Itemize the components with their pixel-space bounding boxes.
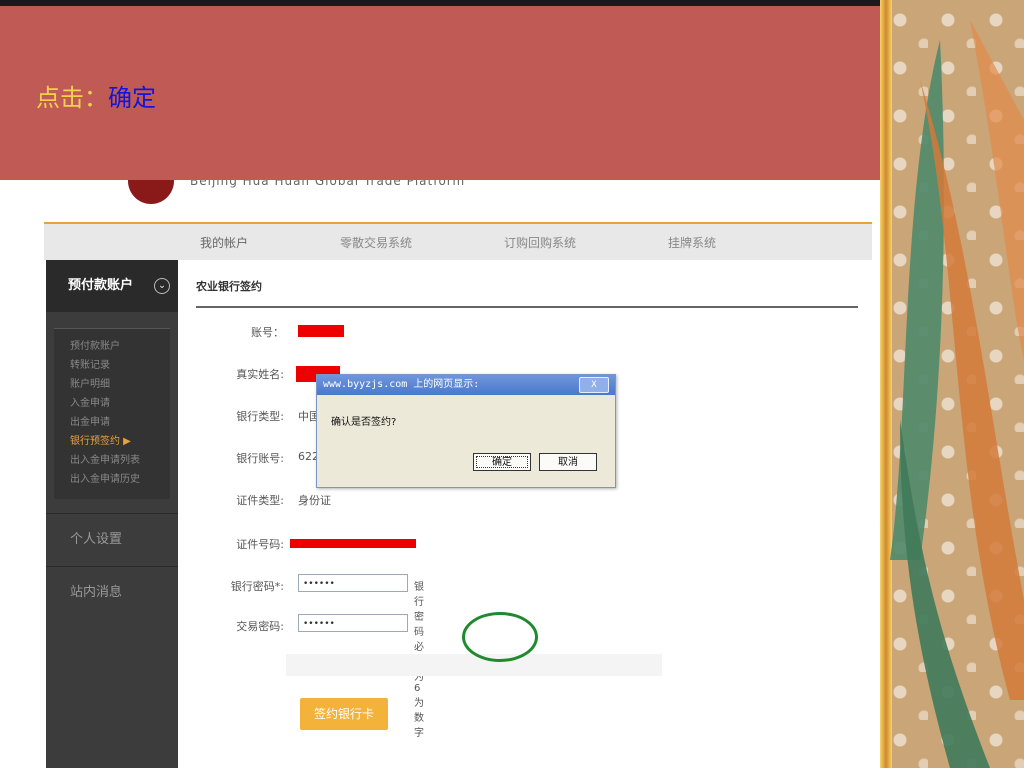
bank-password-label: 银行密码*: — [230, 580, 284, 593]
sidebar-section-personal-settings[interactable]: 个人设置 — [46, 513, 178, 566]
close-icon[interactable]: X — [579, 377, 609, 393]
sidebar-item-deposit-request[interactable]: 入金申请 — [70, 394, 170, 413]
sidebar-header[interactable]: 预付款账户 ⌄ — [46, 260, 178, 312]
slide-caption: 点击：确定 — [36, 78, 156, 113]
decorative-border — [880, 0, 1024, 768]
trade-password-label: 交易密码: — [236, 620, 284, 633]
main-content: 农业银行签约 账号： 真实姓名: 银行类型: 中国 银行账号: 622 证件类型… — [178, 260, 878, 768]
dialog-title: www.byyzjs.com 上的网页显示: — [323, 379, 480, 390]
site-header: Beijing Hua Huan Global Trade Platform — [0, 180, 880, 220]
caption-action: 确定 — [108, 84, 156, 112]
account-value — [298, 324, 344, 337]
sidebar-item-bank-presign[interactable]: 银行预签约 ▶ — [70, 432, 170, 451]
id-number-label: 证件号码: — [236, 538, 284, 551]
slide-header: 点击：确定 — [0, 0, 880, 180]
decorative-leaves — [890, 20, 1024, 768]
sidebar-item-transfer-records[interactable]: 转账记录 — [70, 356, 170, 375]
sign-bank-card-button[interactable]: 签约银行卡 — [300, 698, 388, 730]
site-logo-text: Beijing Hua Huan Global Trade Platform — [190, 180, 466, 188]
tab-listing[interactable]: 挂牌系统 — [668, 234, 716, 251]
dialog-message: 确认是否签约? — [331, 417, 397, 428]
caption-prefix: 点击： — [36, 84, 108, 112]
id-type-value: 身份证 — [298, 494, 331, 507]
form-title: 农业银行签约 — [196, 280, 262, 293]
ok-button[interactable]: 确定 — [473, 453, 531, 471]
tab-spot-trading[interactable]: 零散交易系统 — [340, 234, 412, 251]
id-number-value — [290, 536, 416, 549]
site-logo-icon — [128, 180, 174, 204]
title-divider — [196, 306, 858, 308]
confirm-dialog: www.byyzjs.com 上的网页显示: X 确认是否签约? 确定 取消 — [316, 374, 616, 488]
sidebar-item-withdraw-request[interactable]: 出金申请 — [70, 413, 170, 432]
blank-band — [286, 654, 662, 676]
bank-account-label: 银行账号: — [236, 452, 284, 465]
sidebar-submenu: 预付款账户 转账记录 账户明细 入金申请 出金申请 银行预签约 ▶ 出入金申请列… — [54, 328, 170, 499]
sidebar-section-messages[interactable]: 站内消息 — [46, 566, 178, 619]
tab-order-repurchase[interactable]: 订购回购系统 — [504, 234, 576, 251]
id-type-label: 证件类型: — [236, 494, 284, 507]
account-label: 账号： — [251, 326, 284, 339]
sidebar-item-account-details[interactable]: 账户明细 — [70, 375, 170, 394]
cancel-button[interactable]: 取消 — [539, 453, 597, 471]
top-navigation: 我的帐户 零散交易系统 订购回购系统 挂牌系统 — [44, 224, 872, 260]
bank-type-label: 银行类型: — [236, 410, 284, 423]
sidebar-item-request-list[interactable]: 出入金申请列表 — [70, 451, 170, 470]
sidebar: 预付款账户 ⌄ 预付款账户 转账记录 账户明细 入金申请 出金申请 银行预签约 … — [46, 260, 178, 768]
dialog-titlebar: www.byyzjs.com 上的网页显示: X — [317, 375, 615, 395]
sidebar-header-label: 预付款账户 — [68, 278, 134, 293]
redaction-box — [298, 325, 344, 337]
sidebar-item-request-history[interactable]: 出入金申请历史 — [70, 470, 170, 489]
sidebar-item-prepaid-account[interactable]: 预付款账户 — [70, 337, 170, 356]
tab-my-account[interactable]: 我的帐户 — [200, 234, 248, 251]
highlight-ring — [462, 612, 538, 662]
trade-password-input[interactable]: •••••• — [298, 614, 408, 632]
browser-screenshot: Beijing Hua Huan Global Trade Platform 我… — [0, 180, 880, 768]
real-name-label: 真实姓名: — [236, 368, 284, 381]
redaction-box — [290, 538, 416, 548]
bank-password-input[interactable]: •••••• — [298, 574, 408, 592]
chevron-circle-icon[interactable]: ⌄ — [154, 278, 170, 294]
